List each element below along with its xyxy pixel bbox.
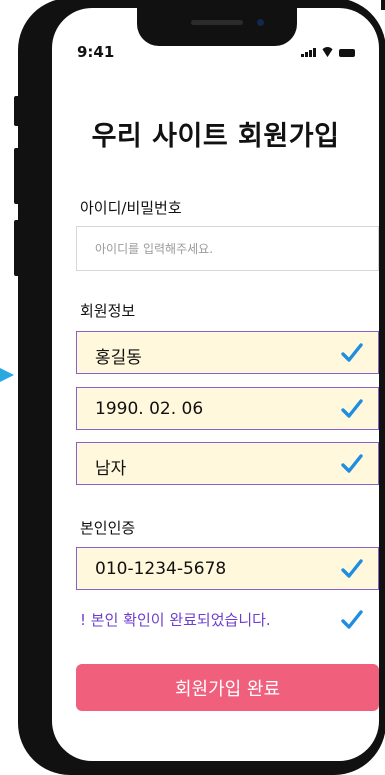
signup-complete-button[interactable]: 회원가입 완료 <box>76 664 379 711</box>
member-info-label: 회원정보 <box>80 302 136 320</box>
birthdate-field[interactable]: 1990. 02. 06 <box>76 387 379 430</box>
name-field[interactable]: 홍길동 <box>76 331 379 374</box>
frame-corner <box>381 0 385 10</box>
side-pointer-arrow <box>0 368 14 382</box>
verification-checkmark-icon <box>341 610 363 629</box>
cellular-signal-icon <box>301 48 316 57</box>
birthdate-value: 1990. 02. 06 <box>95 399 204 419</box>
phone-screen: 9:41 우리 사이트 회원가입 아이디/비밀번호 회원정보 홍길동 1990.… <box>52 8 379 761</box>
status-icons <box>301 47 355 57</box>
notch <box>137 8 297 46</box>
phone-field[interactable]: 010-1234-5678 <box>76 547 379 590</box>
battery-icon <box>339 49 355 57</box>
checkmark-icon <box>341 343 363 362</box>
speaker <box>191 20 243 25</box>
gender-value: 남자 <box>95 459 127 479</box>
page-title: 우리 사이트 회원가입 <box>91 121 340 152</box>
identity-section-label: 본인인증 <box>80 519 136 537</box>
account-section-label: 아이디/비밀번호 <box>80 199 182 217</box>
checkmark-icon <box>341 454 363 473</box>
wifi-icon <box>321 47 334 57</box>
volume-down-button <box>14 220 20 276</box>
verification-message: ! 본인 확인이 완료되었습니다. <box>80 611 271 629</box>
status-time: 9:41 <box>77 43 115 61</box>
gender-field[interactable]: 남자 <box>76 442 379 485</box>
id-input[interactable] <box>76 226 379 271</box>
phone-frame: 9:41 우리 사이트 회원가입 아이디/비밀번호 회원정보 홍길동 1990.… <box>14 0 385 775</box>
name-value: 홍길동 <box>95 348 142 368</box>
mute-switch <box>14 96 20 126</box>
checkmark-icon <box>341 559 363 578</box>
front-camera <box>257 19 264 26</box>
volume-up-button <box>14 148 20 204</box>
checkmark-icon <box>341 399 363 418</box>
phone-value: 010-1234-5678 <box>95 559 227 579</box>
